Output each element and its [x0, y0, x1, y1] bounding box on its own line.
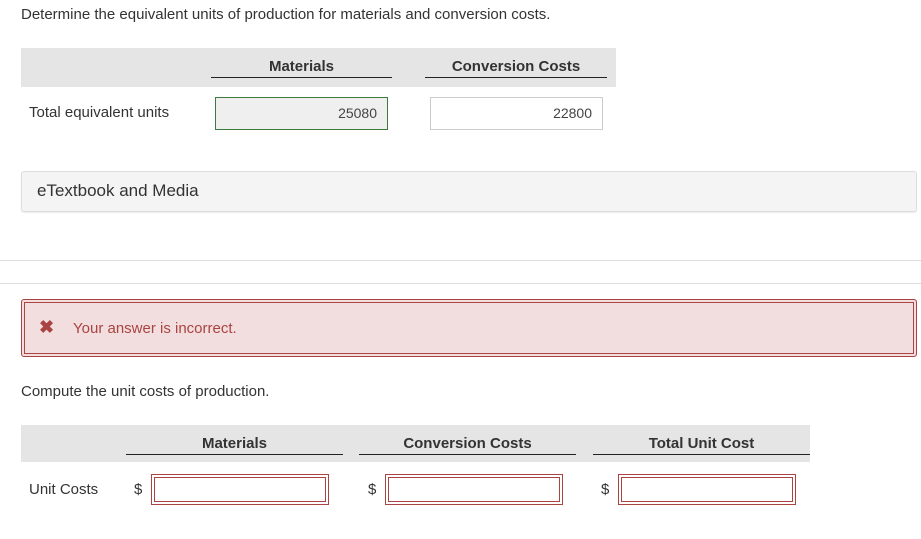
- total-unit-cost-input[interactable]: [618, 474, 796, 505]
- col-header-conversion-costs: Conversion Costs: [359, 435, 576, 455]
- divider: [0, 283, 921, 284]
- question-instruction: Determine the equivalent units of produc…: [21, 6, 551, 23]
- col-header-materials: Materials: [126, 435, 343, 455]
- dollar-sign: $: [368, 481, 377, 498]
- etextbook-label: eTextbook and Media: [37, 181, 199, 200]
- col-header-conversion-costs: Conversion Costs: [425, 58, 607, 78]
- col-header-materials: Materials: [211, 58, 392, 78]
- conversion-unit-cost-input[interactable]: [385, 474, 563, 505]
- x-mark-icon: ✖: [39, 317, 55, 337]
- dollar-sign: $: [601, 481, 610, 498]
- incorrect-answer-banner: ✖ Your answer is incorrect.: [21, 299, 917, 357]
- feedback-message: Your answer is incorrect.: [73, 320, 237, 337]
- col-header-total-unit-cost: Total Unit Cost: [593, 435, 810, 455]
- materials-unit-cost-input[interactable]: [151, 474, 329, 505]
- conversion-equivalent-units-input[interactable]: 22800: [430, 97, 603, 130]
- etextbook-and-media-link[interactable]: eTextbook and Media: [21, 171, 917, 212]
- divider: [0, 260, 921, 261]
- row-label-unit-costs: Unit Costs: [29, 481, 99, 498]
- materials-equivalent-units-input[interactable]: 25080: [215, 97, 388, 130]
- dollar-sign: $: [134, 481, 143, 498]
- row-label-total-equivalent-units: Total equivalent units: [29, 104, 170, 121]
- question-instruction-unit-costs: Compute the unit costs of production.: [21, 383, 270, 400]
